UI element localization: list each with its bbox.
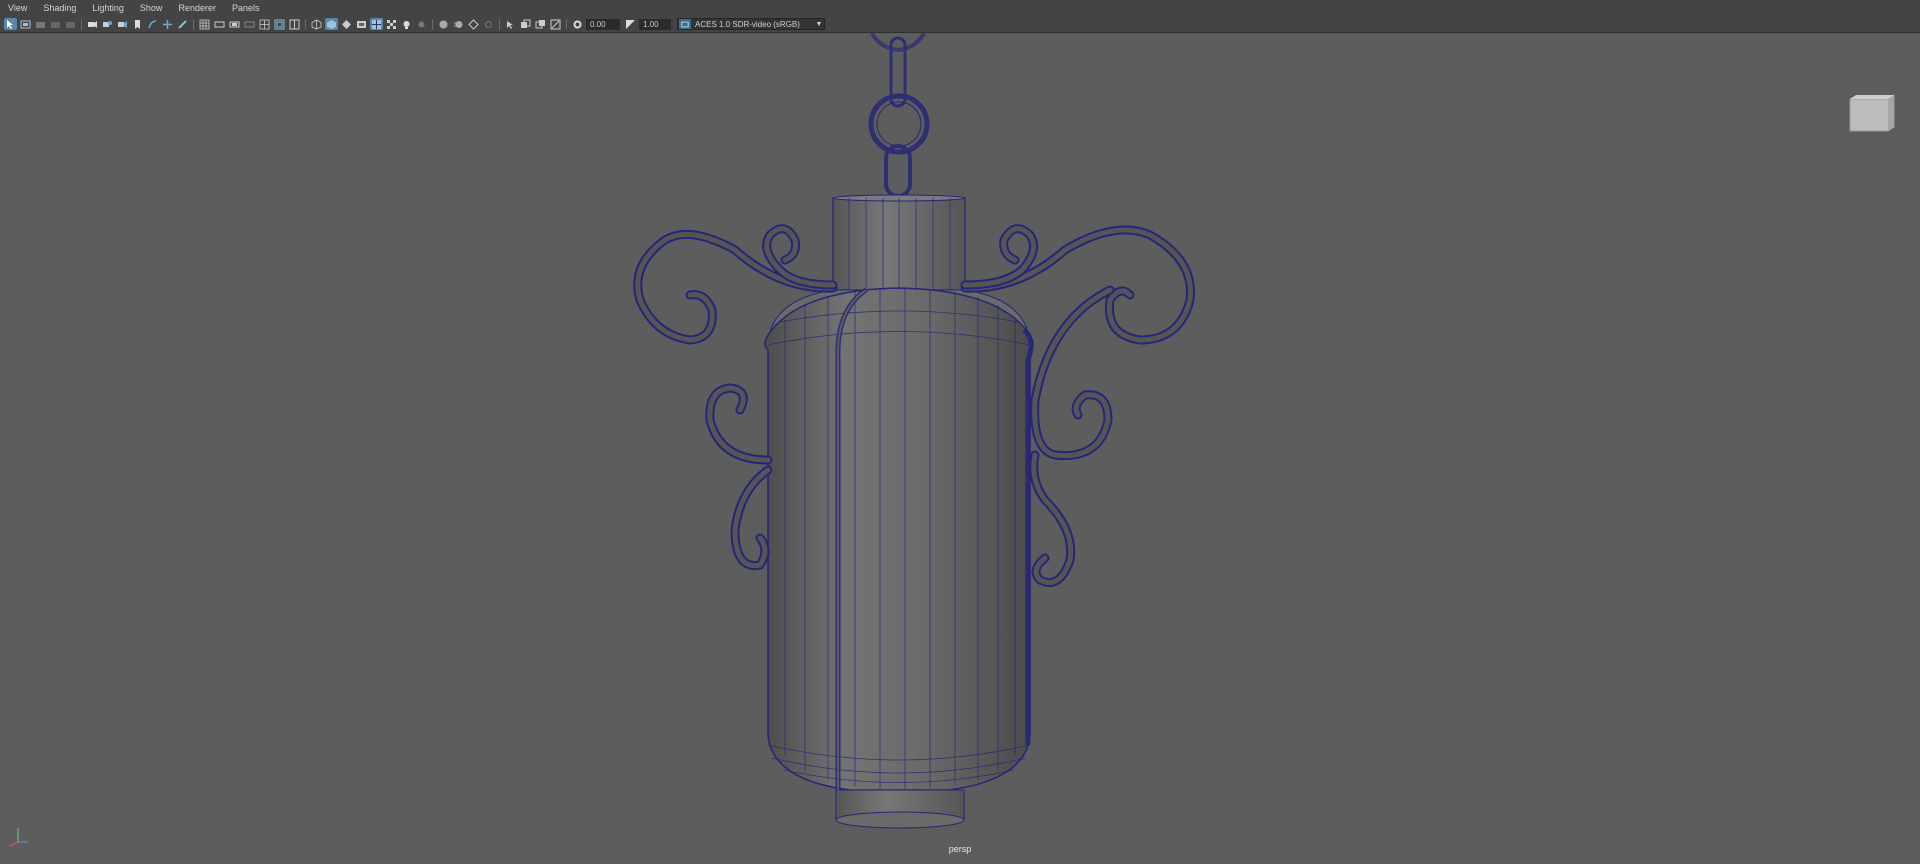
camera-name-label: persp: [948, 844, 972, 854]
viewport-canvas[interactable]: BACK: [0, 33, 1920, 864]
gamma-icon[interactable]: [624, 18, 637, 30]
view-cube[interactable]: [1848, 91, 1896, 133]
screen-space-ao-icon[interactable]: [437, 18, 450, 30]
2d-pan-icon[interactable]: [146, 18, 159, 30]
paint-tool-icon[interactable]: [176, 18, 189, 30]
color-space-label: ACES 1.0 SDR-video (sRGB): [695, 19, 800, 29]
toolbar-separator: [432, 18, 433, 30]
grid-icon[interactable]: [198, 18, 211, 30]
gamma-field[interactable]: 1.00: [639, 18, 671, 30]
menu-shading[interactable]: Shading: [35, 0, 84, 16]
bookmark-flag-icon[interactable]: [131, 18, 144, 30]
toolbar-separator: [193, 18, 194, 30]
color-management-icon[interactable]: [679, 19, 691, 29]
image-plane-icon[interactable]: [64, 18, 77, 30]
anti-aliasing-icon[interactable]: [467, 18, 480, 30]
lantern-model[interactable]: [0, 33, 1920, 864]
safe-title-icon[interactable]: [288, 18, 301, 30]
use-all-lights-icon[interactable]: [400, 18, 413, 30]
xray-icon[interactable]: [385, 18, 398, 30]
toolbar-separator: [305, 18, 306, 30]
motion-blur-icon[interactable]: [452, 18, 465, 30]
menu-show[interactable]: Show: [132, 0, 171, 16]
color-space-dropdown[interactable]: ACES 1.0 SDR-video (sRGB) ▼: [677, 18, 825, 30]
menu-panels[interactable]: Panels: [224, 0, 268, 16]
default-material-icon[interactable]: [340, 18, 353, 30]
isolate-select-icon[interactable]: [504, 18, 517, 30]
toolbar-separator: [81, 18, 82, 30]
shadows-icon[interactable]: [415, 18, 428, 30]
menu-view[interactable]: View: [0, 0, 35, 16]
selection-highlight-icon[interactable]: [549, 18, 562, 30]
depth-of-field-icon[interactable]: [482, 18, 495, 30]
xray-components-icon[interactable]: [534, 18, 547, 30]
field-chart-icon[interactable]: [258, 18, 271, 30]
toolbar-separator: [499, 18, 500, 30]
wireframe-icon[interactable]: [310, 18, 323, 30]
menu-lighting[interactable]: Lighting: [84, 0, 132, 16]
bookmark-icon[interactable]: [49, 18, 62, 30]
chain[interactable]: [868, 33, 930, 198]
resolution-gate-icon[interactable]: [228, 18, 241, 30]
move-tool-icon[interactable]: [161, 18, 174, 30]
wireframe-on-shaded-icon[interactable]: [370, 18, 383, 30]
viewport-toolbar: 0.00 1.00 ACES 1.0 SDR-video (sRGB) ▼: [0, 16, 1920, 33]
exposure-icon[interactable]: [571, 18, 584, 30]
xray-joints-icon[interactable]: [519, 18, 532, 30]
camera-sequencer-icon[interactable]: [101, 18, 114, 30]
lock-camera-icon[interactable]: [19, 18, 32, 30]
gate-mask-icon[interactable]: [243, 18, 256, 30]
grease-pencil-icon[interactable]: [116, 18, 129, 30]
toolbar-separator: [566, 18, 567, 30]
viewport-menu-bar: View Shading Lighting Show Renderer Pane…: [0, 0, 1920, 16]
smooth-shade-icon[interactable]: [325, 18, 338, 30]
chevron-down-icon[interactable]: ▼: [814, 21, 824, 28]
safe-action-icon[interactable]: [273, 18, 286, 30]
menu-renderer[interactable]: Renderer: [170, 0, 224, 16]
camera-icon[interactable]: [86, 18, 99, 30]
exposure-field[interactable]: 0.00: [586, 18, 620, 30]
film-gate-icon[interactable]: [213, 18, 226, 30]
view-cube-label[interactable]: BACK: [1855, 73, 1875, 80]
camera-attributes-icon[interactable]: [34, 18, 47, 30]
select-camera-icon[interactable]: [4, 18, 17, 30]
textured-icon[interactable]: [355, 18, 368, 30]
